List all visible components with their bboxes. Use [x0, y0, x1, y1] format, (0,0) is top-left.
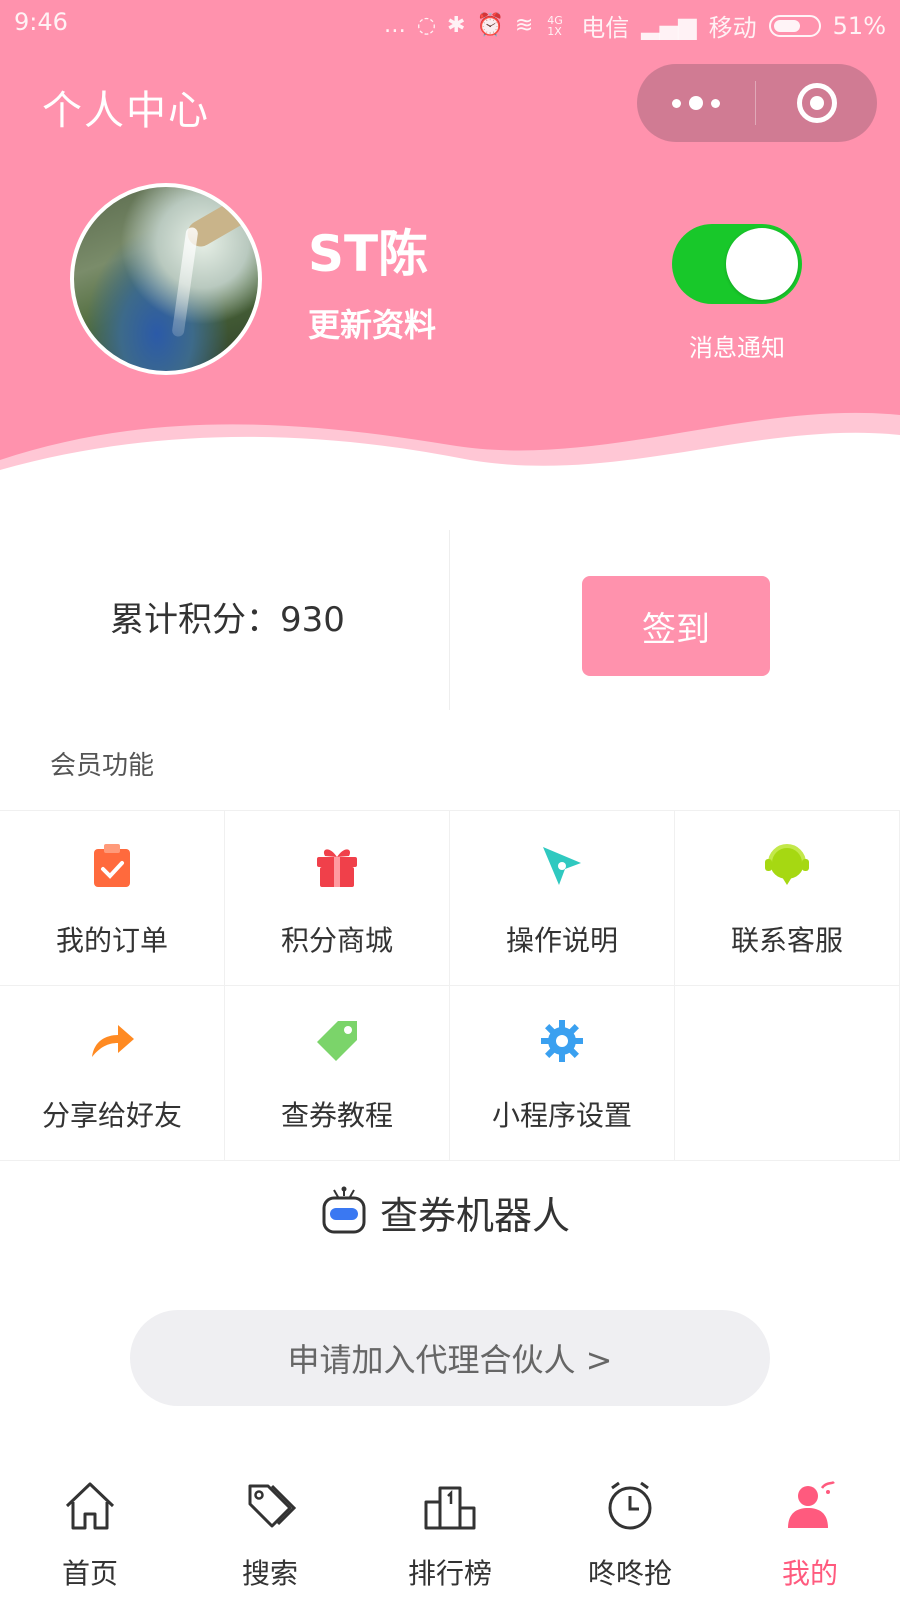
update-profile-link[interactable]: 更新资料	[308, 300, 436, 346]
tab-label: 首页	[61, 1557, 118, 1590]
header-wave-decoration	[0, 412, 900, 480]
headset-icon	[675, 841, 899, 891]
tab-label: 搜索	[241, 1557, 298, 1590]
carrier-2-label: 移动	[708, 14, 757, 42]
network-type-label: 4G 1X	[547, 13, 563, 38]
profile-icon	[720, 1480, 900, 1540]
member-section-title: 会员功能	[50, 751, 155, 781]
user-name: ST陈	[308, 225, 429, 283]
feature-instructions[interactable]: 操作说明	[450, 811, 675, 986]
tab-label: 咚咚抢	[587, 1557, 672, 1590]
status-icons: … ◌ ✱ ⏰ ≋	[383, 13, 536, 38]
battery-percent: 51%	[832, 11, 886, 40]
alarm-clock-icon	[540, 1480, 720, 1540]
more-dots-icon-right	[711, 98, 720, 108]
more-dots-icon-center	[689, 96, 703, 110]
tab-home[interactable]: 首页	[0, 1470, 180, 1600]
tab-label: 我的	[781, 1557, 838, 1590]
join-partner-button[interactable]: 申请加入代理合伙人 >	[130, 1310, 770, 1406]
home-icon	[0, 1480, 180, 1540]
tab-label: 排行榜	[407, 1557, 492, 1590]
total-points: 累计积分：930	[110, 600, 345, 640]
notification-toggle-label: 消息通知	[689, 334, 785, 362]
tab-me[interactable]: 我的	[720, 1470, 900, 1600]
status-time: 9:46	[14, 8, 68, 36]
tab-flash-sale[interactable]: 咚咚抢	[540, 1470, 720, 1600]
feature-label: 分享给好友	[41, 1099, 182, 1132]
feature-customer-service[interactable]: 联系客服	[675, 811, 900, 986]
feature-share-friends[interactable]: 分享给好友	[0, 986, 225, 1161]
podium-icon	[360, 1480, 540, 1540]
profile-header: 9:46 … ◌ ✱ ⏰ ≋ 4G 1X 电信 ▂▄▆ 移动 51% 个人中心 …	[0, 0, 900, 480]
battery-icon	[768, 14, 821, 37]
member-feature-grid: 我的订单 积分商城 操作说明 联系客服 分享给好友 查券教程 小程序设置	[0, 810, 900, 1161]
gift-icon	[225, 841, 449, 891]
avatar-water-shape	[171, 226, 199, 338]
points-row: 累计积分：930 签到	[0, 530, 900, 710]
feature-app-settings[interactable]: 小程序设置	[450, 986, 675, 1161]
compass-icon	[450, 841, 674, 891]
avatar[interactable]	[70, 183, 262, 375]
feature-label: 操作说明	[505, 924, 618, 957]
page-title: 个人中心	[42, 88, 210, 134]
toggle-knob	[726, 228, 798, 300]
more-menu-button[interactable]	[637, 64, 755, 142]
clipboard-check-icon	[0, 841, 224, 891]
share-arrow-icon	[0, 1016, 224, 1066]
feature-label: 小程序设置	[491, 1099, 632, 1132]
carrier-1-label: 电信	[581, 14, 630, 42]
more-dots-icon	[672, 98, 681, 108]
search-tags-icon	[180, 1480, 360, 1540]
tab-search[interactable]: 搜索	[180, 1470, 360, 1600]
notification-toggle[interactable]	[672, 224, 802, 304]
signal-icon: ▂▄▆	[641, 11, 697, 40]
status-bar: 9:46 … ◌ ✱ ⏰ ≋ 4G 1X 电信 ▂▄▆ 移动 51%	[0, 0, 900, 46]
sign-in-button[interactable]: 签到	[582, 576, 770, 676]
feature-my-orders[interactable]: 我的订单	[0, 811, 225, 986]
bottom-tab-bar: 首页 搜索 排行榜 咚咚抢 我的	[0, 1470, 900, 1600]
tag-icon	[225, 1016, 449, 1066]
feature-label: 积分商城	[280, 924, 393, 957]
target-circle-icon	[796, 83, 837, 123]
feature-label: 联系客服	[730, 924, 843, 957]
miniprogram-capsule	[637, 64, 877, 142]
feature-points-mall[interactable]: 积分商城	[225, 811, 450, 986]
robot-icon	[320, 1186, 368, 1240]
settings-gear-icon	[450, 1016, 674, 1066]
points-divider	[449, 530, 450, 710]
feature-coupon-tutorial[interactable]: 查券教程	[225, 986, 450, 1161]
coupon-robot-section[interactable]: 查券机器人	[320, 1185, 570, 1240]
tab-ranking[interactable]: 排行榜	[360, 1470, 540, 1600]
feature-label: 我的订单	[55, 924, 168, 957]
close-miniprogram-button[interactable]	[756, 64, 877, 142]
robot-title: 查券机器人	[380, 1194, 571, 1238]
feature-empty-cell	[675, 986, 900, 1161]
feature-label: 查券教程	[280, 1099, 393, 1132]
